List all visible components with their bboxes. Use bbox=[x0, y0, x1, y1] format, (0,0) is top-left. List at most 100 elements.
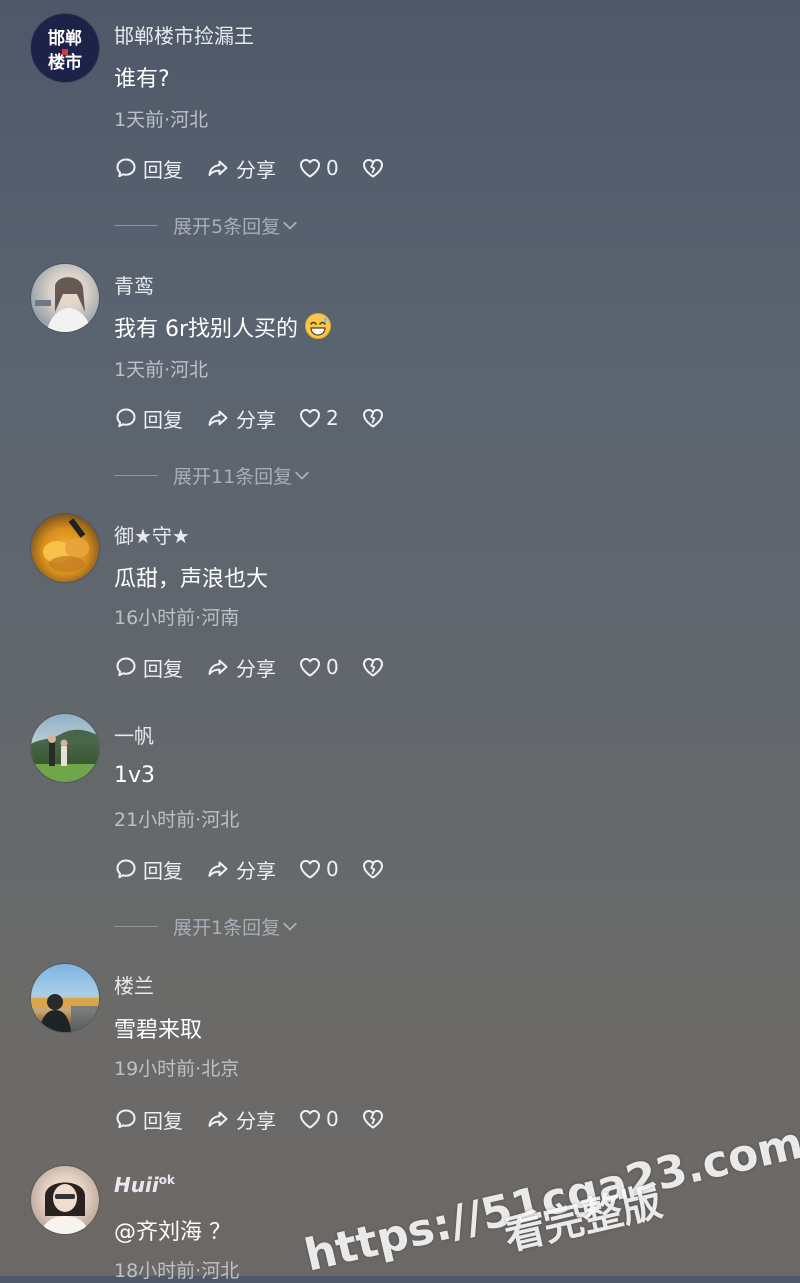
share-label: 分享 bbox=[236, 407, 276, 432]
share-icon bbox=[205, 655, 231, 679]
reply-label: 回复 bbox=[143, 407, 183, 432]
like-button[interactable]: 0 bbox=[298, 1107, 339, 1131]
username[interactable]: 邯郸楼市捡漏王 bbox=[114, 20, 254, 49]
reply-button[interactable]: 回复 bbox=[114, 1105, 183, 1134]
dislike-button[interactable] bbox=[361, 857, 385, 881]
avatar[interactable] bbox=[31, 964, 99, 1032]
comment-text-content: 我有 6r找别人买的 bbox=[114, 317, 299, 342]
broken-heart-icon bbox=[361, 857, 385, 881]
avatar-photo bbox=[31, 729, 99, 782]
heart-icon bbox=[298, 1107, 322, 1131]
username-text: Huii bbox=[114, 1173, 159, 1197]
dislike-button[interactable] bbox=[361, 1107, 385, 1131]
avatar[interactable] bbox=[31, 714, 99, 782]
comment-actions: 回复 分享 0 bbox=[114, 153, 385, 183]
grinning-sweat-emoji bbox=[304, 312, 332, 346]
username-badge: ok bbox=[158, 1173, 175, 1187]
heart-icon bbox=[298, 655, 322, 679]
share-label: 分享 bbox=[236, 157, 276, 182]
share-label: 分享 bbox=[236, 656, 276, 681]
like-button[interactable]: 0 bbox=[298, 156, 339, 180]
comment-text: 我有 6r找别人买的 bbox=[114, 311, 332, 346]
share-label: 分享 bbox=[236, 858, 276, 883]
expand-replies-label: 展开1条回复 bbox=[173, 917, 281, 939]
reply-button[interactable]: 回复 bbox=[114, 404, 183, 433]
comment-text: 瓜甜，声浪也大 bbox=[114, 567, 269, 592]
comment-meta: 21小时前·河北 bbox=[114, 809, 240, 831]
share-label: 分享 bbox=[236, 1108, 276, 1133]
comment-text: 谁有? bbox=[114, 67, 170, 92]
reply-label: 回复 bbox=[143, 1108, 183, 1133]
share-icon bbox=[205, 1107, 231, 1131]
broken-heart-icon bbox=[361, 156, 385, 180]
broken-heart-icon bbox=[361, 1107, 385, 1131]
heart-icon bbox=[298, 156, 322, 180]
like-count: 0 bbox=[326, 1107, 339, 1131]
dislike-button[interactable] bbox=[361, 156, 385, 180]
reply-icon bbox=[114, 156, 138, 180]
share-button[interactable]: 分享 bbox=[205, 855, 276, 884]
like-button[interactable]: 2 bbox=[298, 406, 339, 430]
svg-text:邯郸: 邯郸 bbox=[48, 28, 82, 49]
brand-logo-icon: 邯郸 楼市 bbox=[31, 14, 99, 82]
divider bbox=[114, 926, 158, 927]
comment-text: @齐刘海 ？ bbox=[114, 1220, 231, 1245]
share-button[interactable]: 分享 bbox=[205, 653, 276, 682]
broken-heart-icon bbox=[361, 406, 385, 430]
like-count: 2 bbox=[326, 406, 339, 430]
svg-text:楼市: 楼市 bbox=[48, 52, 82, 73]
comment-meta: 19小时前·北京 bbox=[114, 1058, 240, 1080]
username[interactable]: Huiiok bbox=[114, 1173, 175, 1197]
dislike-button[interactable] bbox=[361, 655, 385, 679]
reply-button[interactable]: 回复 bbox=[114, 653, 183, 682]
share-icon bbox=[205, 156, 231, 180]
avatar-photo bbox=[41, 1182, 89, 1234]
comment-meta: 16小时前·河南 bbox=[114, 607, 240, 629]
chevron-down-icon bbox=[280, 917, 300, 937]
like-count: 0 bbox=[326, 857, 339, 881]
reply-label: 回复 bbox=[143, 858, 183, 883]
username[interactable]: 御★守★ bbox=[114, 520, 190, 549]
reply-label: 回复 bbox=[143, 157, 183, 182]
like-button[interactable]: 0 bbox=[298, 857, 339, 881]
comment-actions: 回复 分享 0 bbox=[114, 652, 385, 682]
reply-icon bbox=[114, 655, 138, 679]
chevron-down-icon bbox=[280, 216, 300, 236]
avatar-photo bbox=[31, 994, 99, 1032]
share-button[interactable]: 分享 bbox=[205, 404, 276, 433]
reply-icon bbox=[114, 1107, 138, 1131]
reply-button[interactable]: 回复 bbox=[114, 855, 183, 884]
divider bbox=[114, 225, 158, 226]
reply-button[interactable]: 回复 bbox=[114, 154, 183, 183]
like-button[interactable]: 0 bbox=[298, 655, 339, 679]
avatar[interactable] bbox=[31, 264, 99, 332]
reply-label: 回复 bbox=[143, 656, 183, 681]
expand-replies-label: 展开11条回复 bbox=[173, 466, 293, 488]
avatar-photo bbox=[43, 518, 89, 572]
share-button[interactable]: 分享 bbox=[205, 154, 276, 183]
expand-replies-label: 展开5条回复 bbox=[173, 216, 281, 238]
expand-replies-button[interactable]: 展开1条回复 bbox=[114, 913, 300, 940]
expand-replies-button[interactable]: 展开11条回复 bbox=[114, 462, 312, 489]
avatar-photo bbox=[35, 277, 91, 332]
comment-meta: 1天前·河北 bbox=[114, 109, 209, 131]
username[interactable]: 一帆 bbox=[114, 720, 154, 749]
comment-actions: 回复 分享 0 bbox=[114, 1104, 385, 1134]
share-button[interactable]: 分享 bbox=[205, 1105, 276, 1134]
like-count: 0 bbox=[326, 156, 339, 180]
dislike-button[interactable] bbox=[361, 406, 385, 430]
like-count: 0 bbox=[326, 655, 339, 679]
avatar[interactable]: 邯郸 楼市 bbox=[31, 14, 99, 82]
divider bbox=[114, 475, 158, 476]
avatar[interactable] bbox=[31, 1166, 99, 1234]
chevron-down-icon bbox=[292, 466, 312, 486]
comment-actions: 回复 分享 2 bbox=[114, 403, 385, 433]
share-icon bbox=[205, 857, 231, 881]
expand-replies-button[interactable]: 展开5条回复 bbox=[114, 212, 300, 239]
username[interactable]: 楼兰 bbox=[114, 970, 154, 999]
avatar[interactable] bbox=[31, 514, 99, 582]
comment-text: 雪碧来取 bbox=[114, 1018, 203, 1043]
reply-icon bbox=[114, 406, 138, 430]
share-icon bbox=[205, 406, 231, 430]
username[interactable]: 青鸾 bbox=[114, 270, 154, 299]
